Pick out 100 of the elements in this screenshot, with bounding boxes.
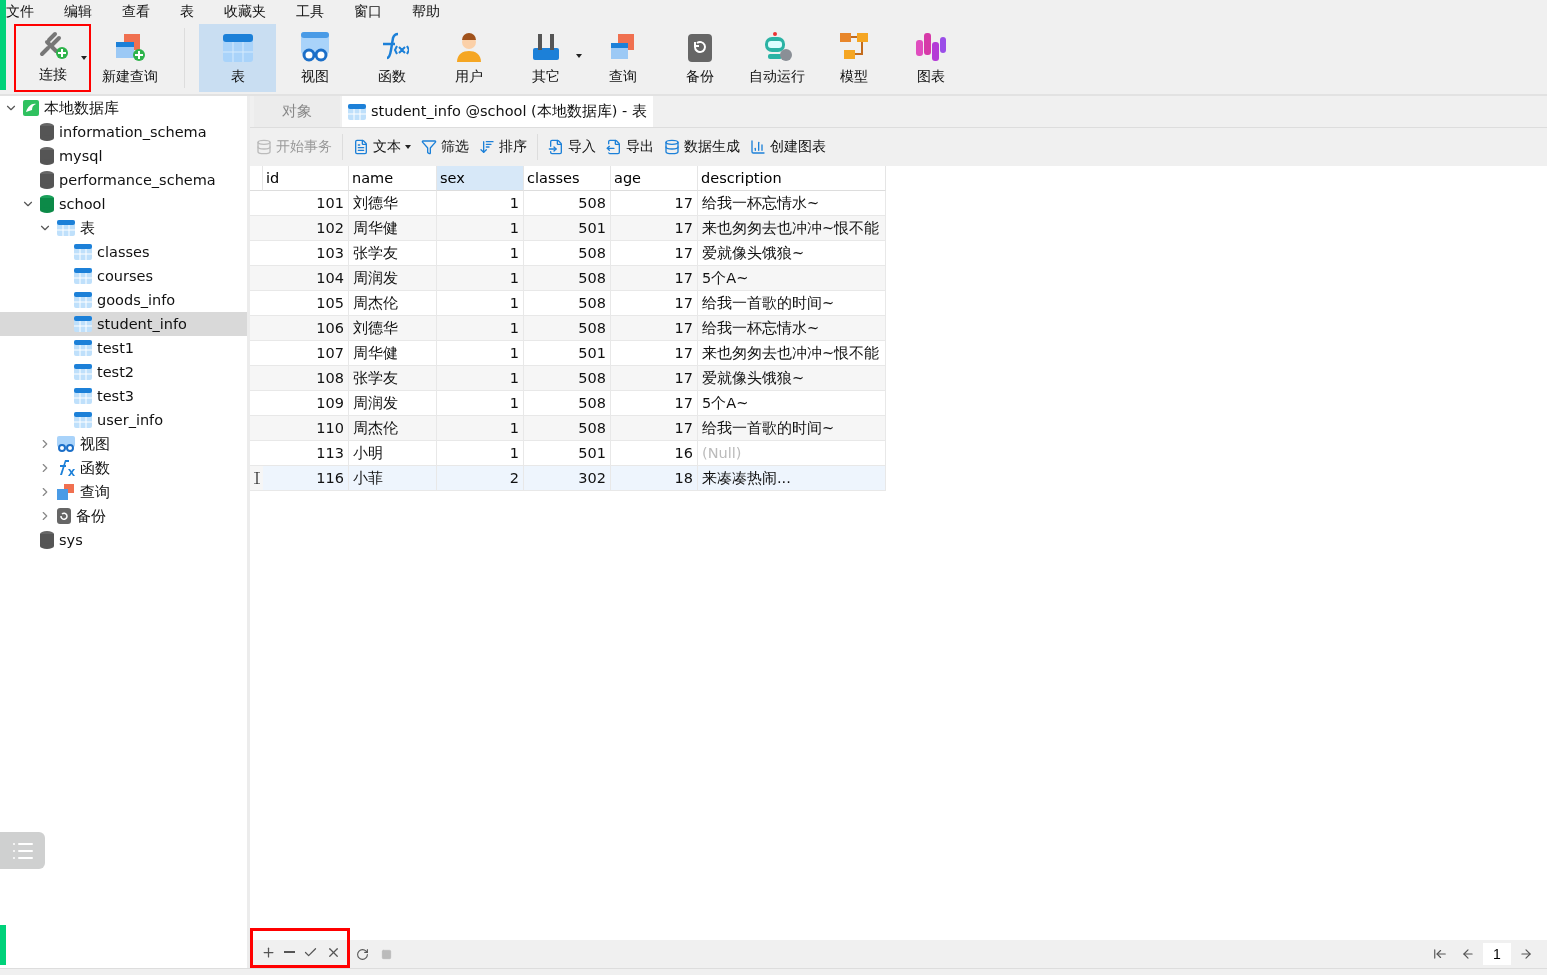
table-cell: 张学友 xyxy=(349,241,437,266)
first-page-button[interactable] xyxy=(1433,947,1447,961)
action-button[interactable]: 数据生成 xyxy=(664,138,740,156)
table-cell: 1 xyxy=(437,341,524,366)
action-button[interactable]: 文本 xyxy=(353,138,411,156)
tree-item[interactable]: 表 xyxy=(0,216,247,240)
menu-item[interactable]: 表 xyxy=(180,0,194,22)
toolbar-button[interactable]: 自动运行 xyxy=(738,24,815,92)
table-cell: 508 xyxy=(524,316,611,341)
tree-item[interactable]: user_info xyxy=(0,408,247,432)
tree-item[interactable]: performance_schema xyxy=(0,168,247,192)
toolbar-button[interactable]: 查询 xyxy=(584,24,661,92)
tree-item[interactable]: classes xyxy=(0,240,247,264)
menu-item[interactable]: 查看 xyxy=(122,0,150,22)
toolbar-button[interactable]: 函数 xyxy=(353,24,430,92)
refresh-button[interactable] xyxy=(356,947,369,961)
table-cell: 1 xyxy=(437,291,524,316)
stop-button[interactable] xyxy=(381,948,392,960)
table-cell: 501 xyxy=(524,341,611,366)
table-cell: 5个A~ xyxy=(698,266,886,291)
table-icon xyxy=(74,388,92,404)
column-header[interactable]: age xyxy=(611,166,698,191)
tree-item[interactable]: 视图 xyxy=(0,432,247,456)
table-icon xyxy=(74,412,92,428)
action-button[interactable]: 导入 xyxy=(548,138,596,156)
tree-item[interactable]: mysql xyxy=(0,144,247,168)
toolbar-button[interactable]: 视图 xyxy=(276,24,353,92)
toolbar-button[interactable]: 新建查询 xyxy=(91,24,168,92)
import-icon xyxy=(548,139,564,155)
text-cursor-icon xyxy=(253,472,260,484)
tree-item[interactable]: test3 xyxy=(0,384,247,408)
column-header[interactable]: id xyxy=(263,166,349,191)
tab[interactable]: student_info @school (本地数据库) - 表 xyxy=(342,96,653,127)
tree-item[interactable]: information_schema xyxy=(0,120,247,144)
tree-item[interactable]: student_info xyxy=(0,312,247,336)
chart-icon xyxy=(750,139,766,155)
table-icon xyxy=(348,103,366,120)
page-field[interactable]: 1 xyxy=(1483,943,1511,965)
document-icon xyxy=(353,139,369,155)
menu-item[interactable]: 编辑 xyxy=(64,0,92,22)
row-header[interactable] xyxy=(250,466,263,491)
tree-item[interactable]: sys xyxy=(0,528,247,552)
table-cell: (Null) xyxy=(698,441,886,466)
toolbar-button[interactable]: 模型 xyxy=(815,24,892,92)
tree-item[interactable]: test1 xyxy=(0,336,247,360)
action-button[interactable]: 创建图表 xyxy=(750,138,826,156)
toolbar-button[interactable]: 连接 xyxy=(14,24,91,92)
add-button[interactable] xyxy=(261,944,276,960)
table-cell: 1 xyxy=(437,316,524,341)
table-cell: 周华健 xyxy=(349,341,437,366)
tree-item[interactable]: test2 xyxy=(0,360,247,384)
toolbar-button[interactable]: 用户 xyxy=(430,24,507,92)
action-button[interactable]: 导出 xyxy=(606,138,654,156)
caret-icon[interactable] xyxy=(81,56,87,60)
table-cell: 501 xyxy=(524,441,611,466)
table-cell: 1 xyxy=(437,191,524,216)
menu-item[interactable]: 文件 xyxy=(6,0,34,22)
tree-item[interactable]: 查询 xyxy=(0,480,247,504)
tree-item[interactable]: 备份 xyxy=(0,504,247,528)
table-cell: 501 xyxy=(524,216,611,241)
action-button[interactable]: 筛选 xyxy=(421,138,469,156)
new-query-icon xyxy=(113,32,146,62)
column-header[interactable]: name xyxy=(349,166,437,191)
table-cell: 1 xyxy=(437,366,524,391)
menu-item[interactable]: 帮助 xyxy=(412,0,440,22)
table-icon xyxy=(222,34,253,62)
action-button[interactable]: 排序 xyxy=(479,138,527,156)
tree-item[interactable]: courses xyxy=(0,264,247,288)
table-cell: 周润发 xyxy=(349,391,437,416)
view-icon xyxy=(298,32,331,62)
table-cell: 508 xyxy=(524,366,611,391)
table-cell: 18 xyxy=(611,466,698,491)
menu-item[interactable]: 收藏夹 xyxy=(224,0,266,22)
caret-icon[interactable] xyxy=(576,54,582,58)
toolbar-button[interactable]: 其它 xyxy=(507,24,584,92)
table-cell: 508 xyxy=(524,266,611,291)
table-cell: 508 xyxy=(524,191,611,216)
menu-item[interactable]: 窗口 xyxy=(354,0,382,22)
table-cell: 1 xyxy=(437,266,524,291)
table-cell: 110 xyxy=(263,416,349,441)
toolbar-button[interactable]: 图表 xyxy=(892,24,969,92)
column-header[interactable]: classes xyxy=(524,166,611,191)
next-page-button[interactable] xyxy=(1519,947,1533,961)
tree-item[interactable]: school xyxy=(0,192,247,216)
table-cell: 来也匆匆去也冲冲~恨不能 xyxy=(698,216,886,241)
plug-icon xyxy=(37,30,68,60)
column-header[interactable]: sex xyxy=(437,166,524,191)
table-cell: 17 xyxy=(611,391,698,416)
menu-item[interactable]: 工具 xyxy=(296,0,324,22)
table-icon xyxy=(74,292,92,308)
previous-page-button[interactable] xyxy=(1461,947,1475,961)
tree-item[interactable]: 本地数据库 xyxy=(0,96,247,120)
toolbar-button[interactable]: 备份 xyxy=(661,24,738,92)
tree-item-label: performance_schema xyxy=(59,172,216,188)
toolbar-button[interactable]: 表 xyxy=(199,24,276,92)
table-icon xyxy=(74,364,92,380)
column-header[interactable]: description xyxy=(698,166,886,191)
table-cell: 508 xyxy=(524,291,611,316)
tree-item[interactable]: 函数 xyxy=(0,456,247,480)
tree-item[interactable]: goods_info xyxy=(0,288,247,312)
